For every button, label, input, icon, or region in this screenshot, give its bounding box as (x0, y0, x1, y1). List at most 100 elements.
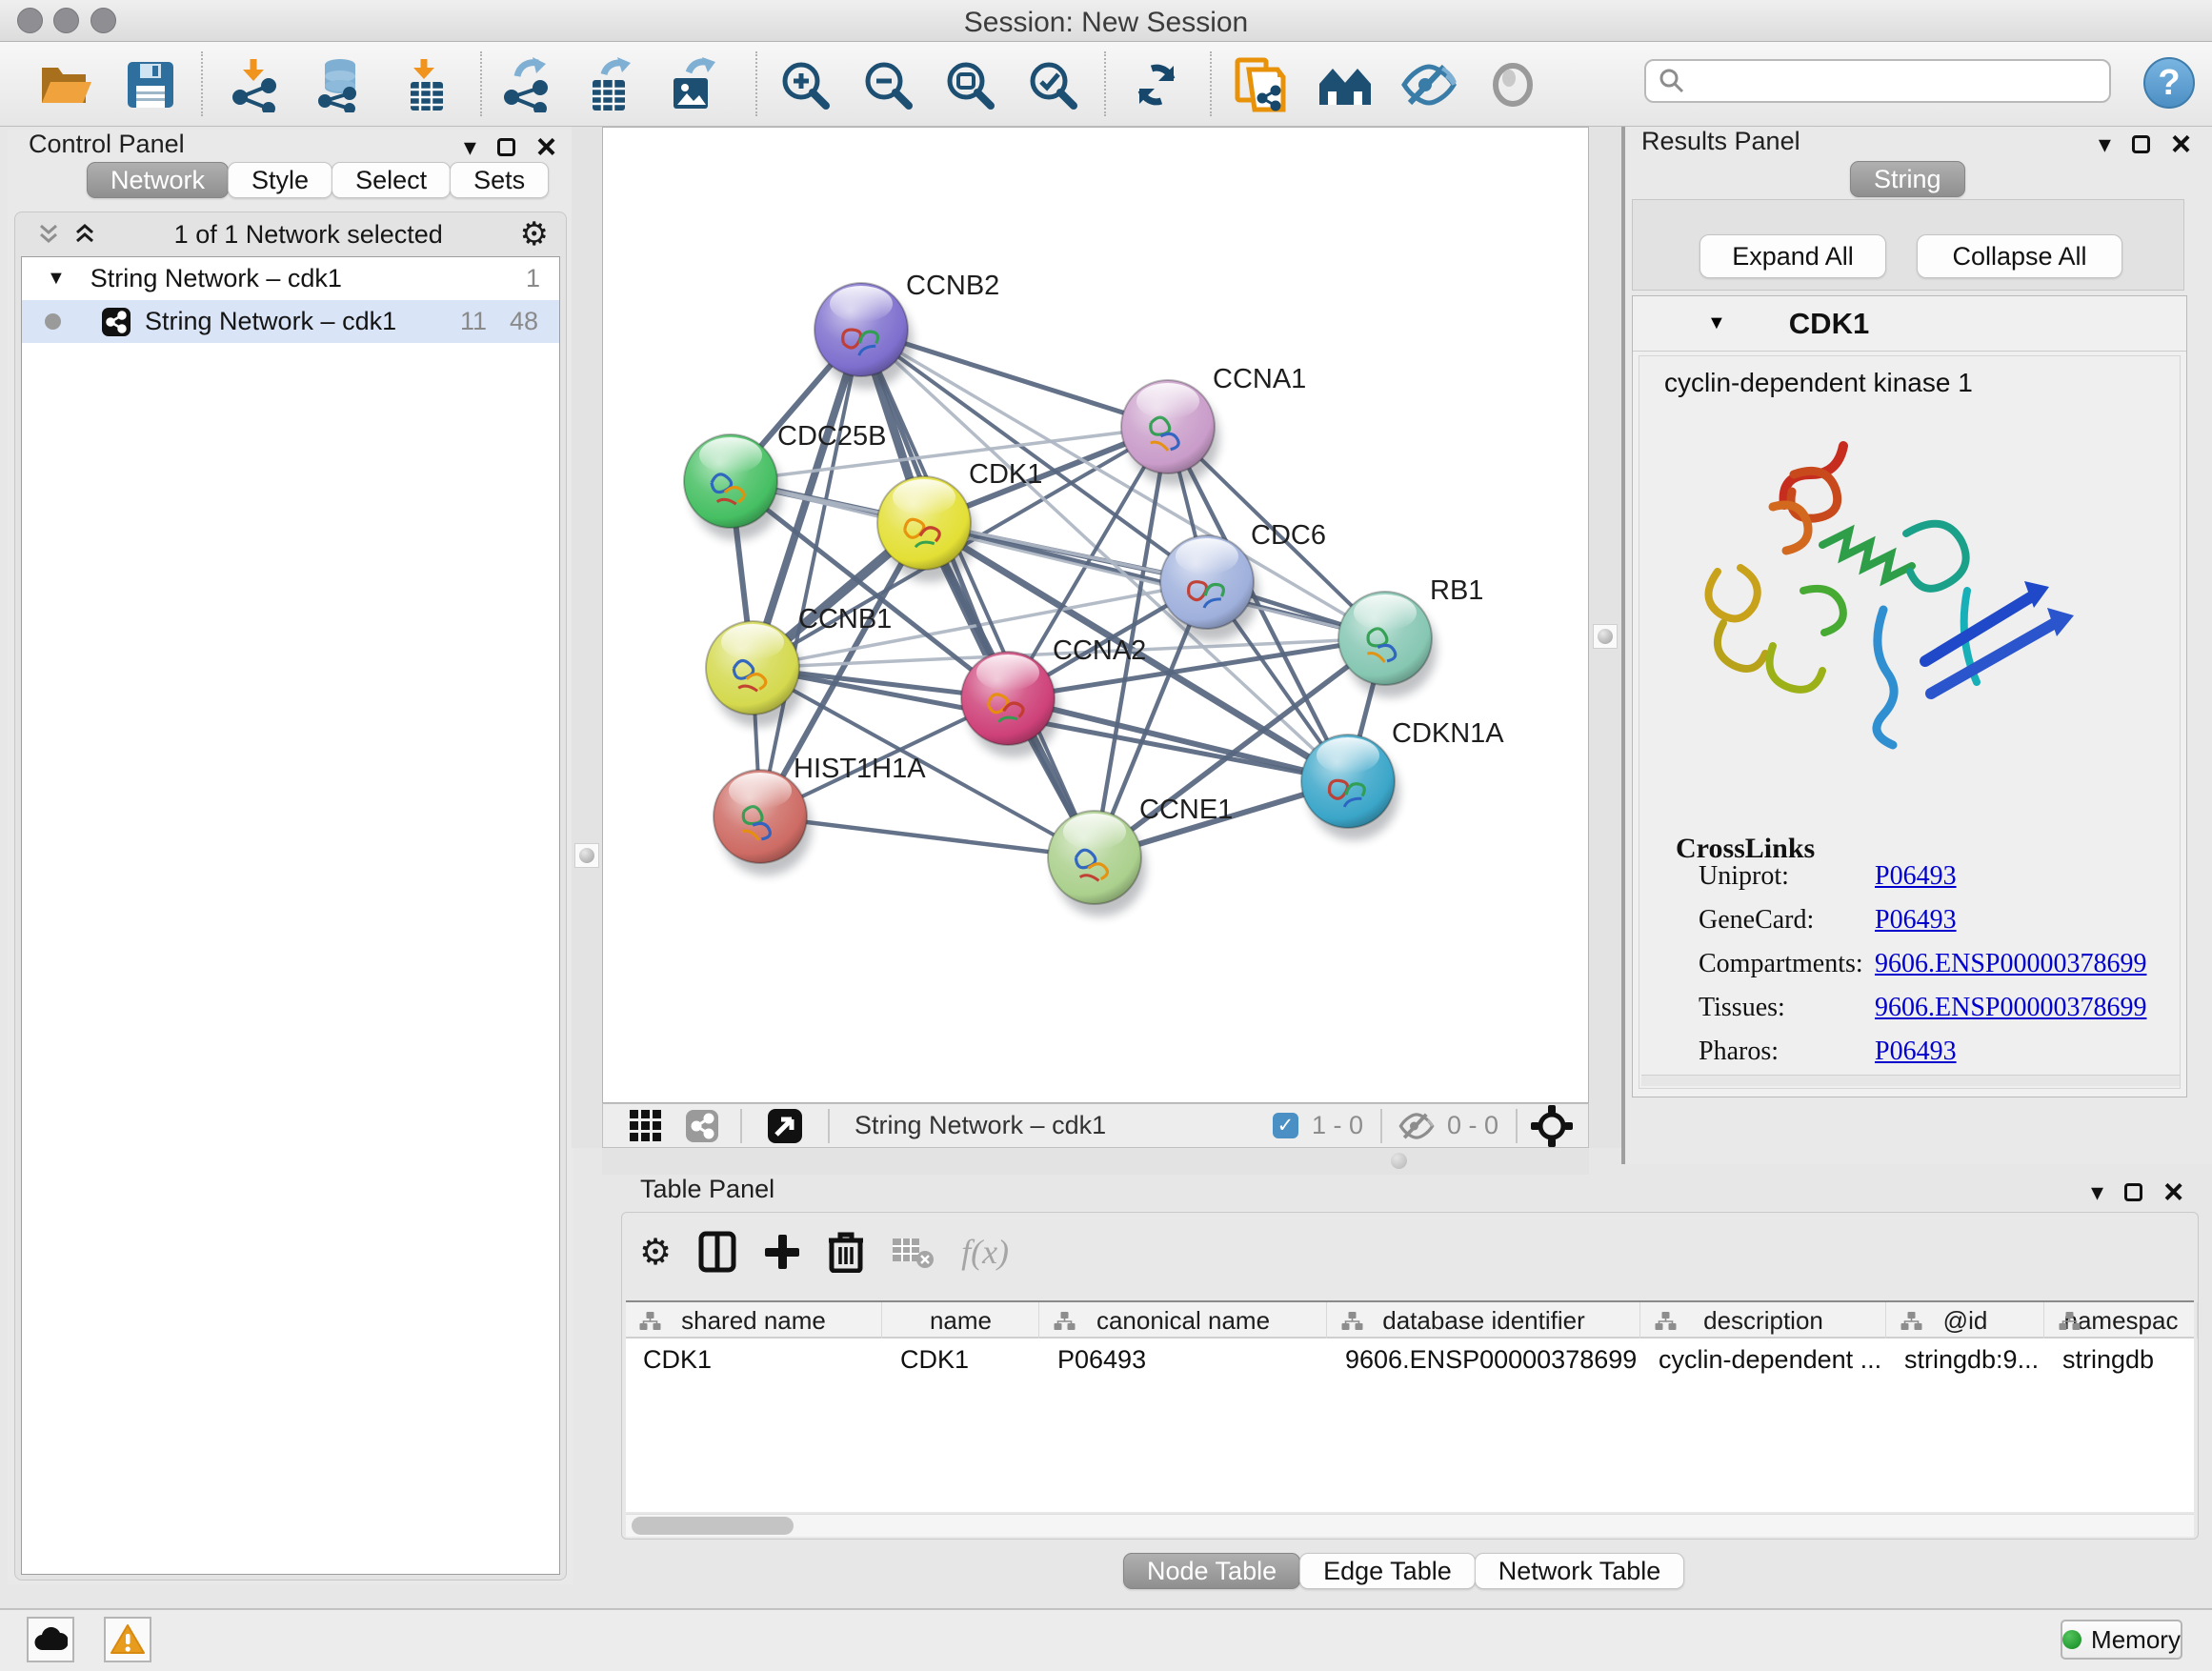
hide-selection-button[interactable] (1399, 55, 1458, 114)
show-columns-icon[interactable] (698, 1231, 736, 1273)
collapse-all-chevron-icon[interactable] (36, 222, 61, 247)
tab-node-table[interactable]: Node Table (1123, 1553, 1300, 1589)
node-rb1[interactable]: RB1 (1338, 575, 1483, 697)
cell--id[interactable]: stringdb:9... (1887, 1340, 2044, 1379)
disclosure-triangle-icon[interactable]: ▼ (1707, 312, 1726, 334)
zoom-in-button[interactable] (775, 55, 835, 114)
cell-namespac[interactable]: stringdb (2045, 1340, 2198, 1379)
open-session-button[interactable] (37, 55, 96, 114)
crosslink-link[interactable]: 9606.ENSP00000378699 (1875, 993, 2146, 1023)
warnings-button[interactable] (104, 1617, 151, 1662)
cell-canonical-name[interactable]: P06493 (1040, 1340, 1327, 1379)
import-network-database-button[interactable] (311, 55, 370, 114)
refresh-view-button[interactable] (1127, 55, 1186, 114)
crosslink-link[interactable]: P06493 (1875, 1037, 1957, 1067)
collapse-all-button[interactable]: Collapse All (1917, 234, 2122, 278)
scrollbar-thumb[interactable] (632, 1517, 794, 1535)
selected-checkbox-icon[interactable]: ✓ (1273, 1113, 1298, 1138)
bottom-splitter[interactable] (602, 1148, 1589, 1175)
cell-database-identifier[interactable]: 9606.ENSP00000378699 (1328, 1340, 1640, 1379)
crosslink-label: Tissues: (1699, 993, 1785, 1022)
save-session-button[interactable] (121, 55, 180, 114)
node-cdc6[interactable]: CDC6 (1160, 520, 1326, 641)
right-splitter-handle[interactable] (1593, 624, 1618, 649)
cell-description[interactable]: cyclin-dependent ... (1641, 1340, 1886, 1379)
zoom-out-button[interactable] (858, 55, 917, 114)
node-ccna1[interactable]: CCNA1 (1121, 364, 1306, 486)
zoom-selected-button[interactable] (1023, 55, 1082, 114)
bottom-splitter-handle[interactable] (1391, 1153, 1407, 1169)
card-horizontal-scrollbar[interactable] (1641, 1075, 2180, 1086)
tab-style[interactable]: Style (228, 162, 332, 198)
crosslink-link[interactable]: P06493 (1875, 905, 1957, 936)
gear-icon[interactable]: ⚙ (520, 215, 549, 253)
crosslink-link[interactable]: 9606.ENSP00000378699 (1875, 949, 2146, 979)
collection-name: String Network – cdk1 (90, 264, 342, 293)
export-image-button[interactable] (663, 55, 722, 114)
column-header--id[interactable]: @id (1887, 1302, 2044, 1339)
network-row-selected[interactable]: String Network – cdk1 11 48 (22, 300, 559, 343)
close-panel-icon[interactable]: × (536, 130, 556, 164)
zoom-fit-button[interactable] (940, 55, 999, 114)
right-splitter[interactable] (1589, 127, 1621, 1148)
network-collection-row[interactable]: ▼ String Network – cdk1 1 (22, 257, 559, 300)
network-graph[interactable]: CCNB2CCNA1CDC25BCDK1CDC6RB1CCNB1CCNA2CDK… (603, 128, 1588, 1102)
disclosure-triangle-icon[interactable]: ▼ (47, 268, 66, 290)
node-cdkn1a[interactable]: CDKN1A (1301, 718, 1504, 840)
import-network-file-button[interactable] (226, 55, 285, 114)
column-header-description[interactable]: description (1641, 1302, 1886, 1339)
cell-name[interactable]: CDK1 (883, 1340, 1039, 1379)
network-from-selection-button[interactable] (1231, 55, 1290, 114)
expand-all-button[interactable]: Expand All (1699, 234, 1886, 278)
zoom-fit-icon (942, 57, 997, 112)
export-network-icon (500, 57, 553, 112)
left-splitter-handle[interactable] (574, 843, 599, 868)
cell-shared-name[interactable]: CDK1 (626, 1340, 882, 1379)
column-header-name[interactable]: name (883, 1302, 1039, 1339)
import-table-file-button[interactable] (396, 55, 455, 114)
crosslink-link[interactable]: P06493 (1875, 861, 1957, 892)
grid-view-icon[interactable] (630, 1110, 662, 1142)
tab-sets[interactable]: Sets (450, 162, 549, 198)
column-header-canonical-name[interactable]: canonical name (1040, 1302, 1327, 1339)
table-settings-gear-icon[interactable]: ⚙ (639, 1231, 672, 1274)
network-overview-icon[interactable] (685, 1109, 719, 1143)
close-panel-icon[interactable]: × (2163, 1175, 2183, 1209)
column-header-shared-name[interactable]: shared name (626, 1302, 882, 1339)
float-panel-icon[interactable]: ▾ (2091, 1179, 2103, 1204)
protein-card-header[interactable]: ▼ CDK1 (1633, 296, 2186, 352)
delete-column-trash-icon[interactable] (828, 1231, 864, 1273)
float-panel-icon[interactable]: ▾ (2099, 131, 2111, 156)
birdseye-toggle-icon[interactable] (767, 1108, 803, 1144)
table-horizontal-scrollbar[interactable] (626, 1514, 2194, 1537)
node-ccnb1[interactable]: CCNB1 (706, 604, 892, 727)
help-button[interactable]: ? (2143, 57, 2195, 109)
first-neighbors-button[interactable] (1317, 55, 1376, 114)
expand-all-chevron-icon[interactable] (72, 222, 97, 247)
maximize-panel-icon[interactable] (497, 138, 515, 156)
show-all-button[interactable] (1483, 55, 1542, 114)
tab-select[interactable]: Select (332, 162, 451, 198)
column-header-namespac[interactable]: namespac (2045, 1302, 2198, 1339)
float-panel-icon[interactable]: ▾ (464, 134, 476, 159)
tab-network[interactable]: Network (87, 162, 229, 198)
add-column-icon[interactable] (763, 1233, 801, 1271)
maximize-panel-icon[interactable] (2124, 1183, 2142, 1201)
left-splitter[interactable] (572, 127, 602, 1148)
column-header-database-identifier[interactable]: database identifier (1328, 1302, 1640, 1339)
tab-edge-table[interactable]: Edge Table (1299, 1553, 1476, 1589)
memory-button[interactable]: Memory (2061, 1620, 2182, 1660)
maximize-panel-icon[interactable] (2132, 135, 2150, 153)
tab-string[interactable]: String (1850, 161, 1965, 197)
center-view-crosshair-icon[interactable] (1531, 1105, 1573, 1147)
node-hist1h1a[interactable]: HIST1H1A (714, 754, 926, 876)
export-network-button[interactable] (497, 55, 556, 114)
tab-network-table[interactable]: Network Table (1475, 1553, 1685, 1589)
network-canvas[interactable]: CCNB2CCNA1CDC25BCDK1CDC6RB1CCNB1CCNA2CDK… (602, 127, 1589, 1103)
node-cdk1[interactable]: CDK1 (877, 459, 1042, 582)
cloud-status-button[interactable] (27, 1617, 74, 1662)
search-input[interactable] (1644, 59, 2111, 103)
close-panel-icon[interactable]: × (2171, 127, 2191, 161)
question-mark-icon: ? (2158, 63, 2180, 104)
export-table-button[interactable] (580, 55, 639, 114)
